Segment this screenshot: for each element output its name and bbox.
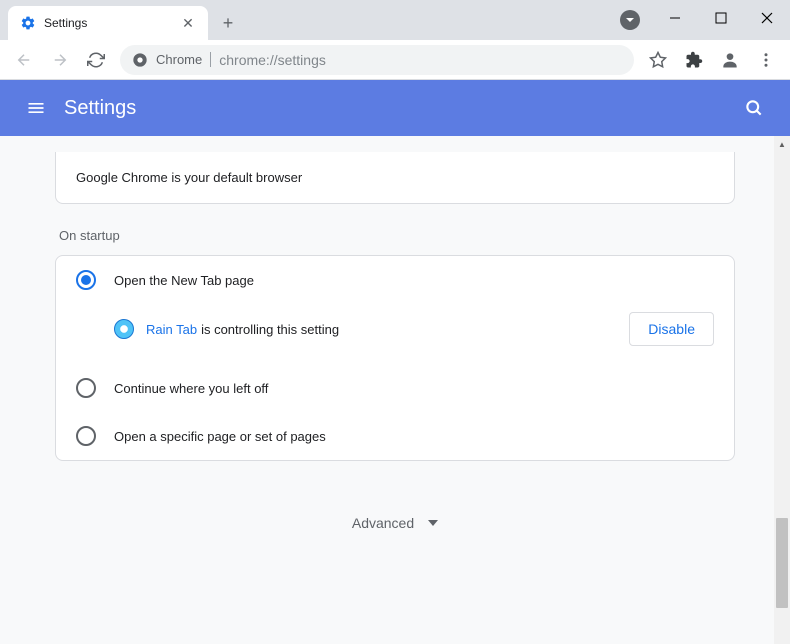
extension-suffix: is controlling this setting: [201, 322, 629, 337]
scroll-thumb[interactable]: [776, 518, 788, 608]
profile-avatar-icon[interactable]: [714, 44, 746, 76]
window-controls: [652, 0, 790, 36]
on-startup-label: On startup: [59, 228, 735, 243]
advanced-toggle[interactable]: Advanced: [352, 515, 438, 531]
url-text: chrome://settings: [219, 52, 326, 68]
rain-tab-icon: [114, 319, 134, 339]
advanced-section: Advanced: [55, 485, 735, 571]
extension-notice: Rain Tab is controlling this setting Dis…: [56, 304, 734, 364]
tab-title: Settings: [44, 16, 180, 30]
new-tab-button[interactable]: +: [214, 9, 242, 37]
forward-button[interactable]: [44, 44, 76, 76]
menu-dots-icon[interactable]: [750, 44, 782, 76]
radio-label: Open a specific page or set of pages: [114, 429, 326, 444]
close-tab-icon[interactable]: ✕: [180, 15, 196, 31]
minimize-button[interactable]: [652, 0, 698, 36]
page-title: Settings: [64, 97, 734, 120]
radio-label: Open the New Tab page: [114, 273, 254, 288]
disable-button[interactable]: Disable: [629, 312, 714, 346]
security-chip: Chrome: [156, 52, 211, 67]
startup-option-newtab[interactable]: Open the New Tab page: [56, 256, 734, 304]
window-titlebar: Settings ✕ +: [0, 0, 790, 40]
startup-option-continue[interactable]: Continue where you left off: [56, 364, 734, 412]
radio-icon[interactable]: [76, 426, 96, 446]
default-browser-text: Google Chrome is your default browser: [56, 152, 734, 203]
search-icon[interactable]: [734, 88, 774, 128]
settings-gear-icon: [20, 15, 36, 31]
address-bar[interactable]: Chrome chrome://settings: [120, 45, 634, 75]
profile-badge-icon[interactable]: [620, 10, 640, 30]
hamburger-menu-icon[interactable]: [16, 88, 56, 128]
startup-option-specific[interactable]: Open a specific page or set of pages: [56, 412, 734, 460]
radio-icon[interactable]: [76, 378, 96, 398]
advanced-label: Advanced: [352, 515, 414, 531]
browser-tab[interactable]: Settings ✕: [8, 6, 208, 40]
scrollbar[interactable]: ▲: [774, 136, 790, 644]
browser-toolbar: Chrome chrome://settings: [0, 40, 790, 80]
bookmark-star-icon[interactable]: [642, 44, 674, 76]
chrome-icon: [132, 52, 148, 68]
settings-header: Settings: [0, 80, 790, 136]
reload-button[interactable]: [80, 44, 112, 76]
chevron-down-icon: [428, 520, 438, 526]
default-browser-card: Google Chrome is your default browser: [55, 152, 735, 204]
extensions-puzzle-icon[interactable]: [678, 44, 710, 76]
maximize-button[interactable]: [698, 0, 744, 36]
radio-selected-icon[interactable]: [76, 270, 96, 290]
settings-content: Google Chrome is your default browser On…: [0, 136, 790, 644]
radio-label: Continue where you left off: [114, 381, 268, 396]
scroll-up-icon[interactable]: ▲: [774, 136, 790, 152]
close-window-button[interactable]: [744, 0, 790, 36]
back-button[interactable]: [8, 44, 40, 76]
extension-link[interactable]: Rain Tab: [146, 322, 197, 337]
startup-card: Open the New Tab page Rain Tab is contro…: [55, 255, 735, 461]
